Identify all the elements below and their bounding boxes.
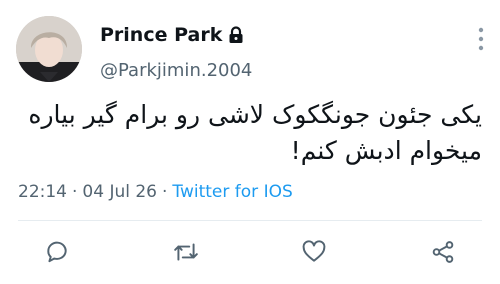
tweet-meta: 22:14 · 04 Jul 26 · Twitter for IOS [18,182,293,202]
action-bar [44,236,456,268]
separator: · [162,182,168,202]
tweet-date[interactable]: 04 Jul 26 [82,182,157,202]
divider [18,220,482,221]
more-options-icon[interactable] [474,26,488,52]
tweet-text: یکی جئون جونگکوک لاشی رو برام گیر بیاره … [18,97,482,169]
retweet-icon[interactable] [173,239,199,265]
avatar[interactable] [16,16,82,82]
tweet-line: یکی جئون جونگکوک لاشی رو برام گیر بیاره [28,100,482,129]
share-icon[interactable] [430,239,456,265]
reply-icon[interactable] [44,239,70,265]
lock-icon [228,26,244,44]
tweet-source[interactable]: Twitter for IOS [172,182,292,202]
display-name[interactable]: Prince Park [100,24,222,46]
tweet-line: میخوام ادبش کنم! [290,136,482,165]
tweet-time[interactable]: 22:14 [18,182,67,202]
separator: · [72,182,78,202]
user-handle[interactable]: @Parkjimin.2004 [100,60,252,81]
name-row: Prince Park [100,24,244,46]
avatar-image [16,16,82,82]
like-icon[interactable] [301,239,327,265]
